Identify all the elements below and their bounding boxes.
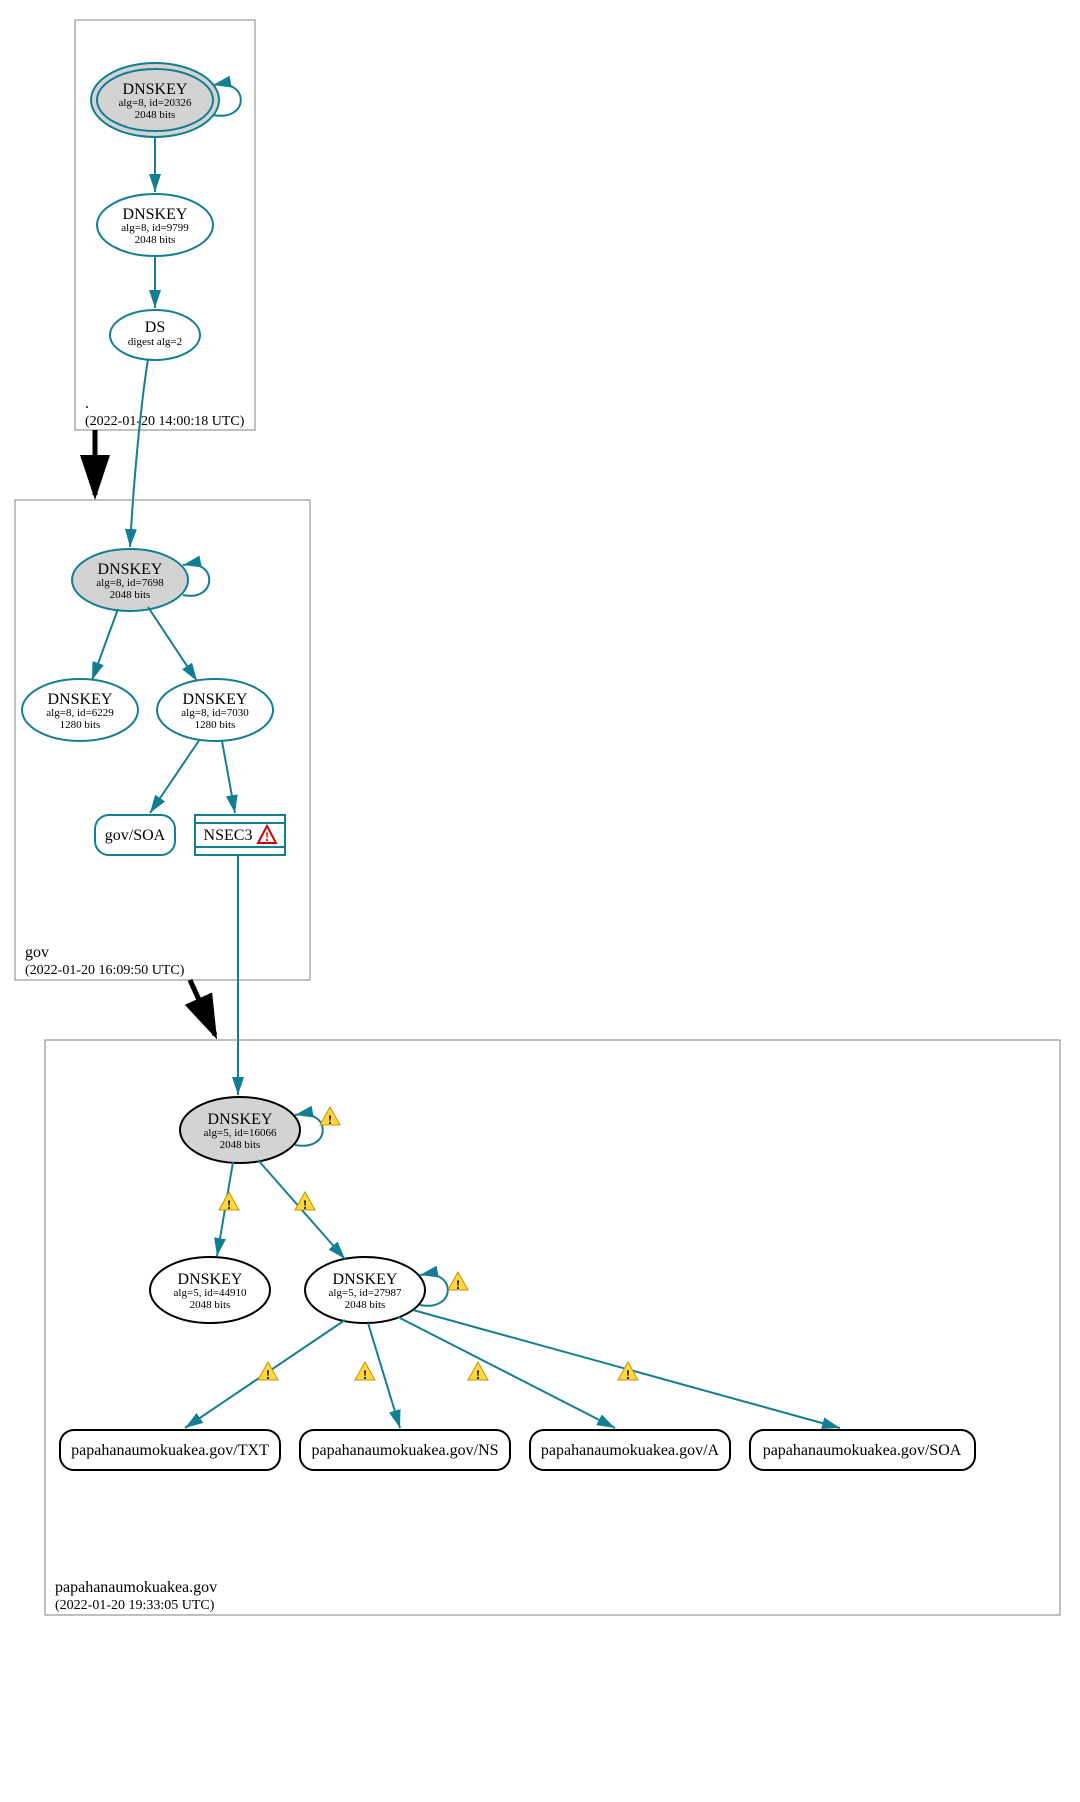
dnssec-graph: . (2022-01-20 14:00:18 UTC) DNSKEY alg=8…: [0, 0, 1080, 1802]
svg-text:DNSKEY: DNSKEY: [123, 206, 188, 223]
svg-text:2048 bits: 2048 bits: [135, 109, 176, 121]
svg-text:papahanaumokuakea.gov/SOA: papahanaumokuakea.gov/SOA: [763, 1442, 962, 1459]
svg-text:alg=8, id=9799: alg=8, id=9799: [121, 222, 189, 234]
node-papa-ns: papahanaumokuakea.gov/NS: [300, 1430, 510, 1470]
node-gov-nsec3: NSEC3 !: [195, 815, 285, 855]
node-papa-zsk1: DNSKEY alg=5, id=44910 2048 bits: [150, 1257, 270, 1323]
node-papa-ksk: DNSKEY alg=5, id=16066 2048 bits: [180, 1097, 300, 1163]
node-root-ds: DS digest alg=2: [110, 310, 200, 360]
svg-text:papahanaumokuakea.gov/NS: papahanaumokuakea.gov/NS: [311, 1442, 498, 1459]
svg-text:DNSKEY: DNSKEY: [48, 691, 113, 708]
edge-gov-to-papa-deleg: [190, 980, 215, 1035]
svg-text:!: !: [328, 1112, 332, 1127]
warning-icon: !: [320, 1107, 340, 1127]
svg-text:alg=8, id=7698: alg=8, id=7698: [96, 577, 164, 589]
node-gov-zsk2: DNSKEY alg=8, id=7030 1280 bits: [157, 679, 273, 741]
svg-text:gov/SOA: gov/SOA: [105, 827, 166, 844]
svg-text:2048 bits: 2048 bits: [135, 234, 176, 246]
warning-icon: !: [448, 1272, 468, 1292]
svg-text:DNSKEY: DNSKEY: [208, 1111, 273, 1128]
zone-gov-label: gov: [25, 944, 49, 961]
svg-text:digest alg=2: digest alg=2: [128, 336, 182, 348]
warning-icon: !: [355, 1362, 375, 1382]
zone-papa: papahanaumokuakea.gov (2022-01-20 19:33:…: [45, 1040, 1060, 1615]
edge-gov-zsk2-soa: [150, 739, 200, 813]
svg-text:2048 bits: 2048 bits: [345, 1299, 386, 1311]
svg-text:alg=8, id=20326: alg=8, id=20326: [119, 97, 192, 109]
zone-papa-label: papahanaumokuakea.gov: [55, 1579, 217, 1596]
svg-text:!: !: [303, 1197, 307, 1212]
edge-gov-zsk2-nsec3: [222, 741, 235, 813]
svg-text:!: !: [456, 1277, 460, 1292]
svg-text:!: !: [476, 1367, 480, 1382]
edge-ds-to-gov-ksk: [130, 359, 148, 547]
svg-text:alg=5, id=44910: alg=5, id=44910: [174, 1287, 247, 1299]
svg-text:1280 bits: 1280 bits: [195, 719, 236, 731]
node-root-ksk: DNSKEY alg=8, id=20326 2048 bits: [91, 63, 219, 137]
svg-text:!: !: [363, 1367, 367, 1382]
warning-icon: !: [219, 1192, 239, 1212]
node-root-zsk: DNSKEY alg=8, id=9799 2048 bits: [97, 194, 213, 256]
svg-text:papahanaumokuakea.gov/TXT: papahanaumokuakea.gov/TXT: [71, 1442, 269, 1459]
svg-text:2048 bits: 2048 bits: [220, 1139, 261, 1151]
svg-text:!: !: [266, 1367, 270, 1382]
svg-text:DNSKEY: DNSKEY: [333, 1271, 398, 1288]
svg-text:2048 bits: 2048 bits: [110, 589, 151, 601]
svg-text:NSEC3: NSEC3: [204, 827, 253, 844]
edge-papa-zsk2-a: [398, 1317, 615, 1428]
edge-gov-ksk-zsk2: [148, 607, 197, 681]
svg-text:!: !: [227, 1197, 231, 1212]
zone-gov-timestamp: (2022-01-20 16:09:50 UTC): [25, 963, 185, 978]
zone-root-timestamp: (2022-01-20 14:00:18 UTC): [85, 414, 245, 429]
svg-text:DNSKEY: DNSKEY: [183, 691, 248, 708]
zone-root: . (2022-01-20 14:00:18 UTC) DNSKEY alg=8…: [75, 20, 255, 430]
node-gov-soa: gov/SOA: [95, 815, 175, 855]
edge-gov-ksk-zsk1: [92, 609, 118, 680]
svg-text:alg=8, id=6229: alg=8, id=6229: [46, 707, 114, 719]
warning-icon: !: [258, 1362, 278, 1382]
warning-icon: !: [295, 1192, 315, 1212]
svg-text:alg=8, id=7030: alg=8, id=7030: [181, 707, 249, 719]
svg-text:DNSKEY: DNSKEY: [178, 1271, 243, 1288]
svg-text:alg=5, id=16066: alg=5, id=16066: [204, 1127, 277, 1139]
svg-text:papahanaumokuakea.gov/A: papahanaumokuakea.gov/A: [541, 1442, 720, 1459]
zone-gov: gov (2022-01-20 16:09:50 UTC) DNSKEY alg…: [15, 500, 310, 980]
warning-icon: !: [468, 1362, 488, 1382]
node-papa-a: papahanaumokuakea.gov/A: [530, 1430, 730, 1470]
node-papa-txt: papahanaumokuakea.gov/TXT: [60, 1430, 280, 1470]
node-gov-zsk1: DNSKEY alg=8, id=6229 1280 bits: [22, 679, 138, 741]
svg-text:1280 bits: 1280 bits: [60, 719, 101, 731]
svg-text:!: !: [265, 829, 269, 844]
svg-text:DNSKEY: DNSKEY: [98, 561, 163, 578]
zone-root-label: .: [85, 395, 89, 412]
node-gov-ksk: DNSKEY alg=8, id=7698 2048 bits: [72, 549, 188, 611]
svg-text:DS: DS: [145, 319, 165, 336]
node-papa-soa: papahanaumokuakea.gov/SOA: [750, 1430, 975, 1470]
svg-text:DNSKEY: DNSKEY: [123, 81, 188, 98]
svg-text:alg=5, id=27987: alg=5, id=27987: [329, 1287, 402, 1299]
svg-text:!: !: [626, 1367, 630, 1382]
svg-text:2048 bits: 2048 bits: [190, 1299, 231, 1311]
node-papa-zsk2: DNSKEY alg=5, id=27987 2048 bits: [305, 1257, 425, 1323]
zone-papa-timestamp: (2022-01-20 19:33:05 UTC): [55, 1598, 215, 1613]
